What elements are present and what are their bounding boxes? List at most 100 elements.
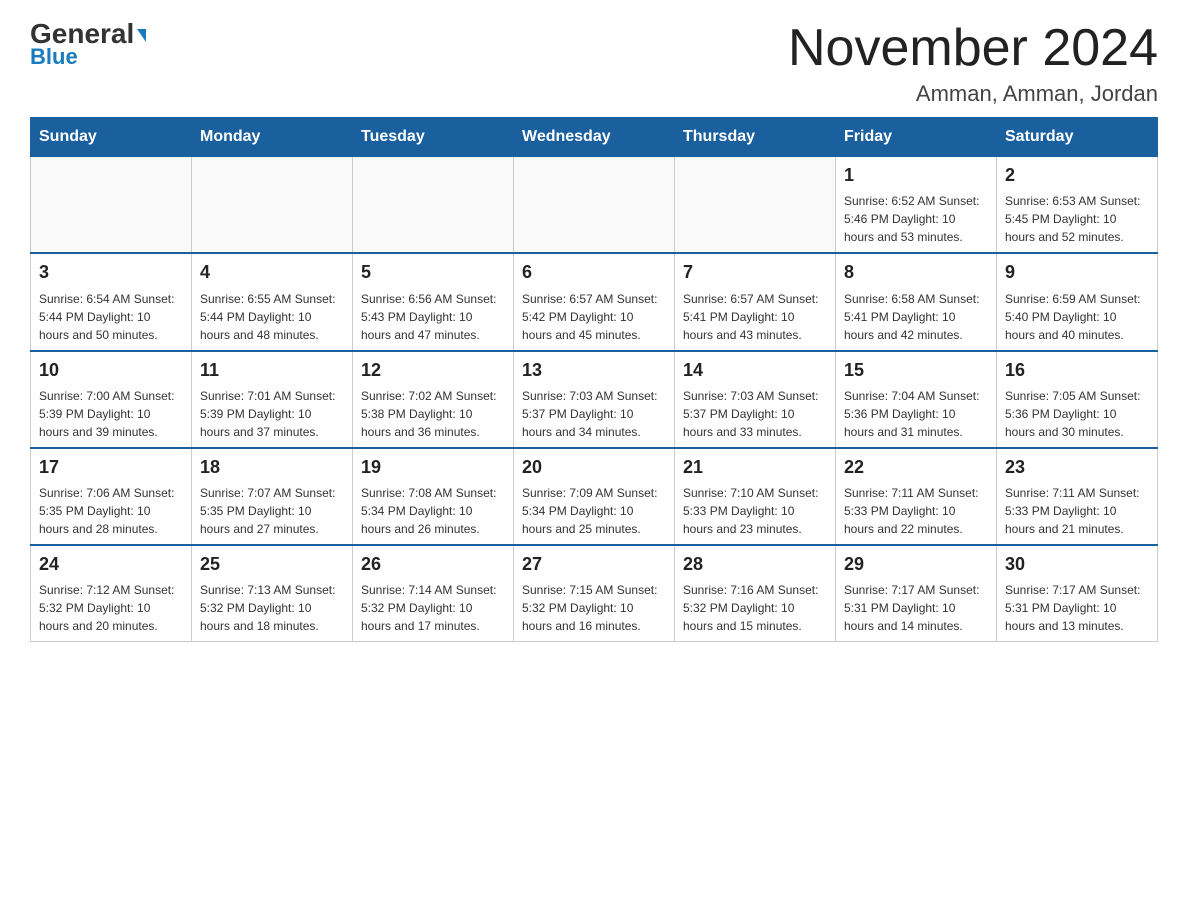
day-info: Sunrise: 7:17 AM Sunset: 5:31 PM Dayligh… (1005, 581, 1149, 635)
month-title: November 2024 (788, 20, 1158, 77)
day-info: Sunrise: 6:52 AM Sunset: 5:46 PM Dayligh… (844, 192, 988, 246)
calendar-cell: 26Sunrise: 7:14 AM Sunset: 5:32 PM Dayli… (353, 545, 514, 642)
day-number: 21 (683, 455, 827, 480)
day-number: 16 (1005, 358, 1149, 383)
day-number: 4 (200, 260, 344, 285)
calendar-cell: 13 Sunrise: 7:03 AM Sunset: 5:37 PM Dayli… (514, 351, 675, 448)
day-number: 29 (844, 552, 988, 577)
calendar-week-row: 3Sunrise: 6:54 AM Sunset: 5:44 PM Daylig… (31, 253, 1158, 350)
calendar-cell: 29 Sunrise: 7:17 AM Sunset: 5:31 PM Dayli… (836, 545, 997, 642)
day-info: Sunrise: 6:53 AM Sunset: 5:45 PM Dayligh… (1005, 192, 1149, 246)
day-info: Sunrise: 6:55 AM Sunset: 5:44 PM Dayligh… (200, 290, 344, 344)
calendar-cell (675, 157, 836, 254)
calendar-cell (353, 157, 514, 254)
calendar-cell: 7 Sunrise: 6:57 AM Sunset: 5:41 PM Daylig… (675, 253, 836, 350)
day-info: Sunrise: 6:57 AM Sunset: 5:41 PM Dayligh… (683, 290, 827, 344)
calendar-cell: 8Sunrise: 6:58 AM Sunset: 5:41 PM Daylig… (836, 253, 997, 350)
day-info: Sunrise: 7:02 AM Sunset: 5:38 PM Dayligh… (361, 387, 505, 441)
calendar-cell: 22 Sunrise: 7:11 AM Sunset: 5:33 PM Dayli… (836, 448, 997, 545)
calendar-cell: 27 Sunrise: 7:15 AM Sunset: 5:32 PM Dayli… (514, 545, 675, 642)
calendar-cell: 17Sunrise: 7:06 AM Sunset: 5:35 PM Dayli… (31, 448, 192, 545)
location-subtitle: Amman, Amman, Jordan (788, 81, 1158, 107)
day-number: 30 (1005, 552, 1149, 577)
day-number: 26 (361, 552, 505, 577)
calendar-week-row: 24Sunrise: 7:12 AM Sunset: 5:32 PM Dayli… (31, 545, 1158, 642)
calendar-cell: 6 Sunrise: 6:57 AM Sunset: 5:42 PM Daylig… (514, 253, 675, 350)
day-info: Sunrise: 7:16 AM Sunset: 5:32 PM Dayligh… (683, 581, 827, 635)
weekday-header-saturday: Saturday (997, 118, 1158, 157)
calendar-cell: 18 Sunrise: 7:07 AM Sunset: 5:35 PM Dayli… (192, 448, 353, 545)
calendar-cell: 24Sunrise: 7:12 AM Sunset: 5:32 PM Dayli… (31, 545, 192, 642)
day-info: Sunrise: 6:56 AM Sunset: 5:43 PM Dayligh… (361, 290, 505, 344)
day-info: Sunrise: 6:54 AM Sunset: 5:44 PM Dayligh… (39, 290, 183, 344)
calendar-cell: 30 Sunrise: 7:17 AM Sunset: 5:31 PM Dayli… (997, 545, 1158, 642)
page-header: General Blue November 2024 Amman, Amman,… (30, 20, 1158, 107)
day-number: 14 (683, 358, 827, 383)
day-number: 18 (200, 455, 344, 480)
calendar-cell: 28 Sunrise: 7:16 AM Sunset: 5:32 PM Dayli… (675, 545, 836, 642)
day-info: Sunrise: 6:57 AM Sunset: 5:42 PM Dayligh… (522, 290, 666, 344)
day-info: Sunrise: 7:11 AM Sunset: 5:33 PM Dayligh… (844, 484, 988, 538)
day-number: 7 (683, 260, 827, 285)
day-number: 10 (39, 358, 183, 383)
day-number: 19 (361, 455, 505, 480)
calendar-cell: 9 Sunrise: 6:59 AM Sunset: 5:40 PM Daylig… (997, 253, 1158, 350)
day-number: 27 (522, 552, 666, 577)
weekday-header-wednesday: Wednesday (514, 118, 675, 157)
calendar-week-row: 17Sunrise: 7:06 AM Sunset: 5:35 PM Dayli… (31, 448, 1158, 545)
day-info: Sunrise: 7:00 AM Sunset: 5:39 PM Dayligh… (39, 387, 183, 441)
weekday-header-sunday: Sunday (31, 118, 192, 157)
day-info: Sunrise: 7:07 AM Sunset: 5:35 PM Dayligh… (200, 484, 344, 538)
day-info: Sunrise: 7:04 AM Sunset: 5:36 PM Dayligh… (844, 387, 988, 441)
day-number: 13 (522, 358, 666, 383)
day-info: Sunrise: 7:15 AM Sunset: 5:32 PM Dayligh… (522, 581, 666, 635)
day-info: Sunrise: 7:08 AM Sunset: 5:34 PM Dayligh… (361, 484, 505, 538)
day-number: 2 (1005, 163, 1149, 188)
logo: General Blue (30, 20, 146, 70)
day-number: 9 (1005, 260, 1149, 285)
title-block: November 2024 Amman, Amman, Jordan (788, 20, 1158, 107)
calendar-cell: 10 Sunrise: 7:00 AM Sunset: 5:39 PM Dayli… (31, 351, 192, 448)
calendar-cell: 16Sunrise: 7:05 AM Sunset: 5:36 PM Dayli… (997, 351, 1158, 448)
day-info: Sunrise: 7:10 AM Sunset: 5:33 PM Dayligh… (683, 484, 827, 538)
calendar-cell: 25 Sunrise: 7:13 AM Sunset: 5:32 PM Dayli… (192, 545, 353, 642)
day-number: 24 (39, 552, 183, 577)
calendar-cell: 23Sunrise: 7:11 AM Sunset: 5:33 PM Dayli… (997, 448, 1158, 545)
weekday-header-friday: Friday (836, 118, 997, 157)
day-info: Sunrise: 7:17 AM Sunset: 5:31 PM Dayligh… (844, 581, 988, 635)
day-number: 5 (361, 260, 505, 285)
day-info: Sunrise: 7:13 AM Sunset: 5:32 PM Dayligh… (200, 581, 344, 635)
day-info: Sunrise: 7:09 AM Sunset: 5:34 PM Dayligh… (522, 484, 666, 538)
calendar-week-row: 1 Sunrise: 6:52 AM Sunset: 5:46 PM Daylig… (31, 157, 1158, 254)
day-number: 11 (200, 358, 344, 383)
day-number: 25 (200, 552, 344, 577)
day-number: 17 (39, 455, 183, 480)
calendar-cell: 4 Sunrise: 6:55 AM Sunset: 5:44 PM Daylig… (192, 253, 353, 350)
weekday-header-thursday: Thursday (675, 118, 836, 157)
weekday-header-row: SundayMondayTuesdayWednesdayThursdayFrid… (31, 118, 1158, 157)
day-number: 20 (522, 455, 666, 480)
calendar-cell: 12Sunrise: 7:02 AM Sunset: 5:38 PM Dayli… (353, 351, 514, 448)
day-number: 28 (683, 552, 827, 577)
calendar-cell (192, 157, 353, 254)
logo-blue-text: Blue (30, 44, 78, 70)
calendar-cell (514, 157, 675, 254)
calendar-week-row: 10 Sunrise: 7:00 AM Sunset: 5:39 PM Dayli… (31, 351, 1158, 448)
day-number: 1 (844, 163, 988, 188)
calendar-table: SundayMondayTuesdayWednesdayThursdayFrid… (30, 117, 1158, 642)
calendar-cell: 14 Sunrise: 7:03 AM Sunset: 5:37 PM Dayli… (675, 351, 836, 448)
calendar-cell: 11 Sunrise: 7:01 AM Sunset: 5:39 PM Dayli… (192, 351, 353, 448)
day-info: Sunrise: 6:58 AM Sunset: 5:41 PM Dayligh… (844, 290, 988, 344)
day-number: 22 (844, 455, 988, 480)
day-number: 6 (522, 260, 666, 285)
day-info: Sunrise: 6:59 AM Sunset: 5:40 PM Dayligh… (1005, 290, 1149, 344)
calendar-cell (31, 157, 192, 254)
weekday-header-tuesday: Tuesday (353, 118, 514, 157)
calendar-cell: 21 Sunrise: 7:10 AM Sunset: 5:33 PM Dayli… (675, 448, 836, 545)
day-number: 23 (1005, 455, 1149, 480)
day-info: Sunrise: 7:03 AM Sunset: 5:37 PM Dayligh… (683, 387, 827, 441)
calendar-cell: 19 Sunrise: 7:08 AM Sunset: 5:34 PM Dayli… (353, 448, 514, 545)
calendar-cell: 20 Sunrise: 7:09 AM Sunset: 5:34 PM Dayli… (514, 448, 675, 545)
day-info: Sunrise: 7:03 AM Sunset: 5:37 PM Dayligh… (522, 387, 666, 441)
day-info: Sunrise: 7:01 AM Sunset: 5:39 PM Dayligh… (200, 387, 344, 441)
